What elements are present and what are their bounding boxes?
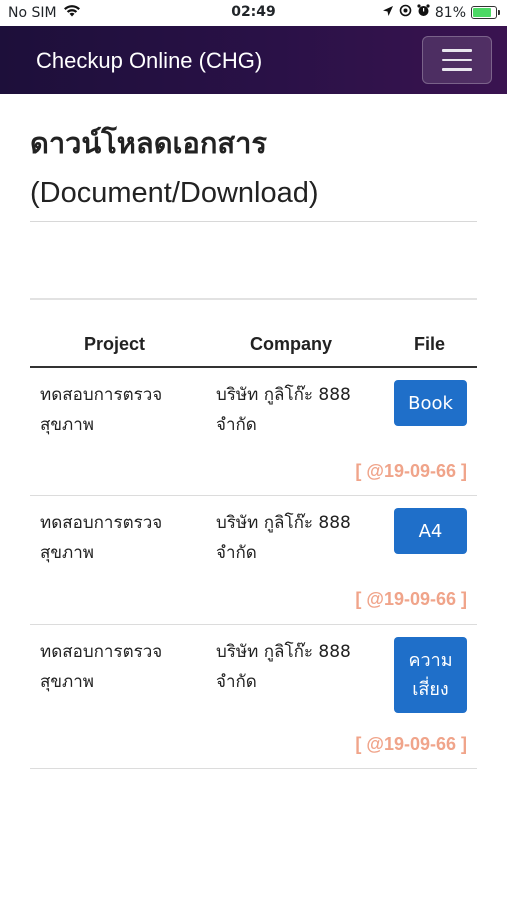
hamburger-menu-icon	[442, 58, 472, 62]
page-title-english: (Document/Download)	[30, 177, 319, 209]
divider	[30, 221, 477, 222]
hamburger-menu-icon	[442, 49, 472, 52]
menu-toggle-button[interactable]	[422, 36, 492, 84]
location-arrow-icon	[382, 5, 394, 21]
page-title-thai: ดาวน์โหลดเอกสาร	[30, 126, 267, 160]
header-file: File	[414, 334, 446, 354]
project-cell: ทดสอบการตรวจสุขภาพ	[40, 385, 163, 435]
table-row: ทดสอบการตรวจสุขภาพ บริษัท กูลิโก๊ะ 888 จ…	[30, 496, 477, 625]
battery-icon	[471, 6, 500, 19]
table-row: ทดสอบการตรวจสุขภาพ บริษัท กูลิโก๊ะ 888 จ…	[30, 625, 477, 769]
company-cell: บริษัท กูลิโก๊ะ 888 จำกัด	[216, 385, 351, 435]
divider	[30, 298, 477, 300]
alarm-clock-icon	[417, 4, 430, 21]
page-title: ดาวน์โหลดเอกสาร (Document/Download)	[30, 118, 480, 218]
battery-percent: 81%	[434, 4, 466, 21]
brand-title[interactable]: Checkup Online (CHG)	[36, 48, 262, 74]
file-date: [ @19-09-66 ]	[355, 461, 467, 481]
download-a4-button[interactable]: A4	[394, 508, 467, 554]
download-risk-button[interactable]: ความเสี่ยง	[394, 637, 467, 713]
project-cell: ทดสอบการตรวจสุขภาพ	[40, 513, 163, 563]
status-bar: No SIM 02:49 81%	[0, 0, 507, 26]
battery-fill	[473, 8, 491, 17]
orientation-lock-icon	[399, 4, 412, 21]
file-date: [ @19-09-66 ]	[355, 734, 467, 754]
battery-tip	[498, 10, 500, 15]
download-book-button[interactable]: Book	[394, 380, 467, 426]
status-right: 81%	[382, 4, 500, 21]
company-cell: บริษัท กูลิโก๊ะ 888 จำกัด	[216, 513, 351, 563]
header-project: Project	[84, 334, 146, 354]
header-company: Company	[250, 334, 333, 354]
project-cell: ทดสอบการตรวจสุขภาพ	[40, 642, 163, 692]
table-header: Project Company File	[30, 330, 477, 368]
hamburger-menu-icon	[442, 68, 472, 71]
navbar: Checkup Online (CHG)	[0, 26, 507, 94]
file-date: [ @19-09-66 ]	[355, 589, 467, 609]
table-row: ทดสอบการตรวจสุขภาพ บริษัท กูลิโก๊ะ 888 จ…	[30, 368, 477, 496]
company-cell: บริษัท กูลิโก๊ะ 888 จำกัด	[216, 642, 351, 692]
